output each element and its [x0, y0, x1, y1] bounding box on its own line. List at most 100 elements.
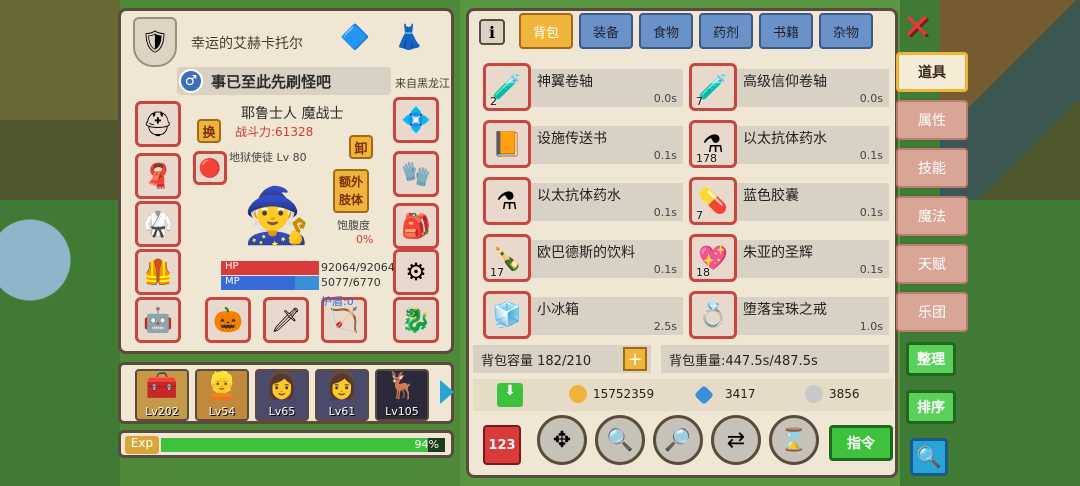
side-tab-talent[interactable]: 天赋 — [896, 244, 968, 284]
swap-button[interactable]: 换 — [197, 119, 221, 143]
info-icon[interactable]: ℹ — [479, 19, 505, 45]
item-icon: 📙 — [483, 120, 531, 168]
gold-amount: 15752359 — [593, 387, 655, 401]
side-tab-items[interactable]: 道具 — [896, 52, 968, 92]
currency-bar: ⬇ 15752359 3417 3856 — [473, 379, 893, 411]
equip-slot-boots[interactable]: 🤖 — [135, 297, 181, 343]
equip-slot-cape[interactable]: 🧣 — [135, 153, 181, 199]
helmet-icon: ⛑ — [142, 110, 174, 138]
pumpkin-icon: 🎃 — [213, 306, 243, 334]
inventory-item[interactable]: 以太抗体药水 0.1s ⚗ 178 — [689, 120, 889, 168]
compass-icon[interactable]: ✥ — [537, 415, 587, 465]
side-tab-skills[interactable]: 技能 — [896, 148, 968, 188]
item-name: 朱亚的圣辉 — [743, 245, 813, 261]
equip-slot-armor[interactable]: 🥋 — [135, 201, 181, 247]
character-sprite[interactable]: 🧙 — [227, 171, 327, 261]
party-member-2[interactable]: 👱 Lv54 — [195, 369, 249, 421]
item-count: 18 — [696, 266, 710, 279]
item-icon: 💖 18 — [689, 234, 737, 282]
party-member-4[interactable]: 👩 Lv61 — [315, 369, 369, 421]
tab-potions[interactable]: 药剂 — [699, 13, 753, 49]
inventory-item[interactable]: 欧巴德斯的饮料 0.1s 🍾 17 — [483, 234, 683, 282]
inventory-item[interactable]: 堕落宝珠之戒 1.0s 💍 — [689, 291, 889, 339]
mp-label: MP — [225, 276, 240, 287]
party-member-3[interactable]: 👩 Lv65 — [255, 369, 309, 421]
exp-label: Exp — [125, 436, 159, 454]
organize-button[interactable]: 整理 — [906, 342, 956, 376]
exp-track: 94% — [161, 438, 445, 452]
equip-slot-belt[interactable]: 🎒 — [393, 203, 439, 249]
character-title-banner[interactable]: 事已至此先刷怪吧 — [177, 67, 391, 95]
equip-slot-helmet[interactable]: ⛑ — [135, 101, 181, 147]
inventory-item[interactable]: 朱亚的圣辉 0.1s 💖 18 — [689, 234, 889, 282]
side-tab-magic[interactable]: 魔法 — [896, 196, 968, 236]
combat-power: 战斗力:61328 — [235, 125, 314, 139]
item-weight: 0.1s — [859, 149, 883, 162]
party-member-5[interactable]: 🦌 Lv105 — [375, 369, 429, 421]
equip-slot-offhand[interactable]: 🎃 — [205, 297, 251, 343]
equip-slot-rune[interactable]: 🔴 — [193, 151, 227, 185]
rune-icon: 🔴 — [198, 157, 222, 179]
item-weight: 0.0s — [859, 92, 883, 105]
gem-amount: 3417 — [725, 387, 756, 401]
party-bar: 🧰 Lv202 👱 Lv54 👩 Lv65 👩 Lv61 🦌 Lv105 — [118, 362, 454, 424]
tab-equipment[interactable]: 装备 — [579, 13, 633, 49]
party-level: Lv105 — [385, 405, 419, 418]
magnify-icon[interactable]: 🔍 — [595, 415, 645, 465]
inventory-item[interactable]: 高级信仰卷轴 0.0s 🧪 7 — [689, 63, 889, 111]
male-icon: ♂ — [179, 69, 203, 93]
expand-capacity-button[interactable]: + — [623, 347, 647, 371]
item-name: 堕落宝珠之戒 — [743, 302, 827, 318]
close-icon[interactable]: ✕ — [900, 7, 934, 47]
gem-amulet-icon: 💠 — [401, 106, 431, 134]
swap-arrows-icon[interactable]: ⇄ — [711, 415, 761, 465]
equip-slot-amulet[interactable]: 💠 — [393, 97, 439, 143]
equip-slot-accessory[interactable]: ⚙ — [393, 249, 439, 295]
equip-slot-pet[interactable]: 🐉 — [393, 297, 439, 343]
tab-misc[interactable]: 杂物 — [819, 13, 873, 49]
item-label-box: 高级信仰卷轴 0.0s — [733, 69, 889, 107]
inventory-item[interactable]: 以太抗体药水 0.1s ⚗ — [483, 177, 683, 225]
inventory-item[interactable]: 设施传送书 0.1s 📙 — [483, 120, 683, 168]
sort-numeric-button[interactable]: 123 — [483, 425, 521, 465]
party-next-arrow-icon[interactable] — [440, 380, 454, 404]
armor-icon: 🥋 — [143, 210, 173, 238]
extra-limb-button[interactable]: 额外肢体 — [333, 169, 369, 213]
item-label-box: 朱亚的圣辉 0.1s — [733, 240, 889, 278]
class-name: 耶鲁士人 魔战士 — [241, 106, 344, 122]
party-member-1[interactable]: 🧰 Lv202 — [135, 369, 189, 421]
side-tab-band[interactable]: 乐团 — [896, 292, 968, 332]
side-tab-attributes[interactable]: 属性 — [896, 100, 968, 140]
wardrobe-hanger-icon[interactable]: 👗 — [387, 15, 431, 59]
chest-portrait-icon: 🧰 — [145, 371, 179, 401]
equip-slot-weapon[interactable]: 🗡 — [263, 297, 309, 343]
item-label-box: 以太抗体药水 0.1s — [527, 183, 683, 221]
equip-slot-gloves[interactable]: 🧤 — [393, 151, 439, 197]
search-icon[interactable]: 🔍 — [910, 438, 948, 476]
item-label-box: 小冰箱 2.5s — [527, 297, 683, 335]
inventory-item[interactable]: 小冰箱 2.5s 🧊 — [483, 291, 683, 339]
item-count: 7 — [696, 209, 703, 222]
crystal-icon[interactable]: 🔷 — [333, 15, 377, 59]
item-glyph: 💍 — [698, 301, 728, 329]
sort-button[interactable]: 排序 — [906, 390, 956, 424]
item-count: 17 — [490, 266, 504, 279]
zoom-out-icon[interactable]: 🔎 — [653, 415, 703, 465]
item-name: 欧巴德斯的饮料 — [537, 245, 635, 261]
item-weight: 1.0s — [859, 320, 883, 333]
download-icon[interactable]: ⬇ — [497, 383, 523, 407]
hourglass-icon[interactable]: ⌛ — [769, 415, 819, 465]
inventory-item[interactable]: 蓝色胶囊 0.1s 💊 7 — [689, 177, 889, 225]
equip-slot-chest[interactable]: 🦺 — [135, 249, 181, 295]
item-weight: 0.1s — [859, 206, 883, 219]
inventory-item[interactable]: 神翼卷轴 0.0s 🧪 2 — [483, 63, 683, 111]
origin-text: 来自黑龙江 — [395, 77, 450, 90]
item-weight: 0.1s — [653, 149, 677, 162]
unequip-button[interactable]: 卸 — [349, 135, 373, 159]
exp-percent: 94% — [414, 438, 439, 451]
tab-bag[interactable]: 背包 — [519, 13, 573, 49]
tab-books[interactable]: 书籍 — [759, 13, 813, 49]
guild-emblem-icon[interactable]: 🛡 — [133, 17, 177, 67]
tab-food[interactable]: 食物 — [639, 13, 693, 49]
command-button[interactable]: 指令 — [829, 425, 893, 461]
